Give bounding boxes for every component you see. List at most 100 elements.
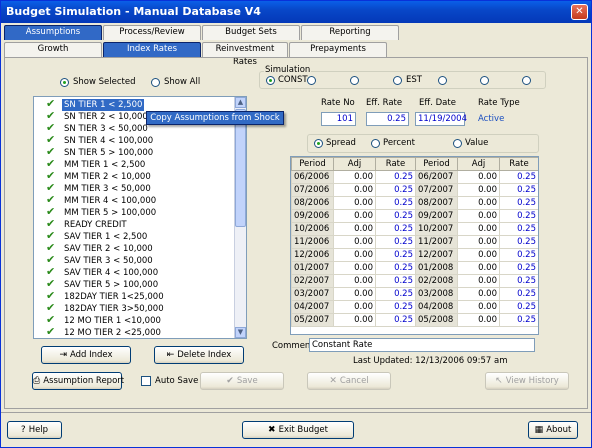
- grid-cell[interactable]: 0.00: [457, 235, 500, 249]
- grid-cell[interactable]: 0.25: [375, 248, 416, 262]
- scroll-down-icon[interactable]: ▼: [235, 327, 246, 338]
- tab-reinvestment-rates[interactable]: Reinvestment Rates: [202, 42, 288, 67]
- grid-cell[interactable]: 04/2008: [415, 300, 458, 314]
- view-history-button[interactable]: ↖ View History: [485, 372, 569, 390]
- grid-cell[interactable]: 09/2006: [291, 209, 334, 223]
- close-window-button[interactable]: ✕: [571, 4, 588, 20]
- grid-cell[interactable]: 0.25: [375, 313, 416, 327]
- about-button[interactable]: ▦ About: [528, 421, 578, 439]
- delete-index-button[interactable]: ⇤ Delete Index: [154, 346, 244, 364]
- add-index-button[interactable]: ⇥ Add Index: [41, 346, 131, 364]
- rate-no-field[interactable]: 101: [321, 112, 356, 126]
- grid-cell[interactable]: 0.25: [499, 261, 538, 275]
- grid-cell[interactable]: 0.00: [333, 209, 376, 223]
- grid-cell[interactable]: 06/2007: [415, 170, 458, 184]
- scroll-up-icon[interactable]: ▲: [235, 97, 246, 108]
- grid-cell[interactable]: 05/2007: [291, 313, 334, 327]
- percent-radio[interactable]: [371, 139, 380, 148]
- grid-cell[interactable]: 0.25: [375, 235, 416, 249]
- scroll-thumb[interactable]: [235, 109, 246, 227]
- grid-cell[interactable]: 03/2007: [291, 287, 334, 301]
- grid-cell[interactable]: 0.00: [333, 274, 376, 288]
- grid-cell[interactable]: 07/2006: [291, 183, 334, 197]
- show-all-radio[interactable]: [151, 78, 160, 87]
- grid-cell[interactable]: 0.25: [375, 183, 416, 197]
- grid-cell[interactable]: 0.25: [499, 209, 538, 223]
- grid-cell[interactable]: 0.00: [457, 196, 500, 210]
- grid-cell[interactable]: 0.25: [499, 274, 538, 288]
- grid-cell[interactable]: 0.25: [499, 287, 538, 301]
- grid-cell[interactable]: 10/2006: [291, 222, 334, 236]
- grid-cell[interactable]: 0.25: [499, 313, 538, 327]
- tab-budget-sets[interactable]: Budget Sets: [202, 25, 300, 40]
- grid-cell[interactable]: 0.00: [457, 170, 500, 184]
- grid-cell[interactable]: 0.00: [333, 300, 376, 314]
- grid-cell[interactable]: 02/2007: [291, 274, 334, 288]
- grid-cell[interactable]: 0.00: [333, 235, 376, 249]
- sim-radio-6[interactable]: [480, 76, 489, 85]
- table-row[interactable]: 05/2007 0.00 0.25 05/2008 0.00 0.25: [291, 313, 538, 327]
- table-row[interactable]: 09/2006 0.00 0.25 09/2007 0.00 0.25: [291, 209, 538, 223]
- value-radio[interactable]: [453, 139, 462, 148]
- table-row[interactable]: 07/2006 0.00 0.25 07/2007 0.00 0.25: [291, 183, 538, 197]
- grid-cell[interactable]: 0.00: [333, 248, 376, 262]
- grid-cell[interactable]: 0.00: [457, 222, 500, 236]
- grid-cell[interactable]: 0.25: [499, 300, 538, 314]
- rate-grid[interactable]: Period Adj Rate Period Adj Rate 06/2006 0.00 0.…: [290, 156, 539, 335]
- tab-index-rates[interactable]: Index Rates: [103, 42, 201, 57]
- spread-radio[interactable]: [314, 139, 323, 148]
- grid-cell[interactable]: 0.00: [457, 287, 500, 301]
- grid-cell[interactable]: 02/2008: [415, 274, 458, 288]
- tab-prepayments[interactable]: Prepayments: [289, 42, 387, 57]
- exit-budget-button[interactable]: ✖ Exit Budget: [242, 421, 354, 439]
- grid-cell[interactable]: 0.00: [457, 261, 500, 275]
- grid-cell[interactable]: 0.25: [499, 222, 538, 236]
- comment-field[interactable]: Constant Rate: [309, 338, 535, 352]
- grid-cell[interactable]: 10/2007: [415, 222, 458, 236]
- sim-radio-2[interactable]: [307, 76, 316, 85]
- grid-cell[interactable]: 0.25: [499, 248, 538, 262]
- grid-cell[interactable]: 0.25: [499, 196, 538, 210]
- grid-cell[interactable]: 0.00: [457, 274, 500, 288]
- tab-process-review[interactable]: Process/Review: [103, 25, 201, 40]
- grid-cell[interactable]: 0.00: [333, 222, 376, 236]
- table-row[interactable]: 06/2006 0.00 0.25 06/2007 0.00 0.25: [291, 170, 538, 184]
- grid-cell[interactable]: 03/2008: [415, 287, 458, 301]
- table-row[interactable]: 01/2007 0.00 0.25 01/2008 0.00 0.25: [291, 261, 538, 275]
- grid-cell[interactable]: 12/2007: [415, 248, 458, 262]
- list-scrollbar[interactable]: ▲ ▼: [234, 97, 246, 338]
- grid-cell[interactable]: 0.00: [457, 209, 500, 223]
- grid-cell[interactable]: 12/2006: [291, 248, 334, 262]
- table-row[interactable]: 10/2006 0.00 0.25 10/2007 0.00 0.25: [291, 222, 538, 236]
- grid-cell[interactable]: 0.00: [333, 170, 376, 184]
- grid-cell[interactable]: 01/2008: [415, 261, 458, 275]
- sim-radio-3[interactable]: [350, 76, 359, 85]
- tab-growth[interactable]: Growth: [4, 42, 102, 57]
- grid-cell[interactable]: 0.25: [375, 209, 416, 223]
- grid-cell[interactable]: 06/2006: [291, 170, 334, 184]
- table-row[interactable]: 11/2006 0.00 0.25 11/2007 0.00 0.25: [291, 235, 538, 249]
- grid-cell[interactable]: 0.25: [499, 170, 538, 184]
- index-list[interactable]: ▲ ▼ ✔ SN TIER 1 < 2,500 ✔ SN TIER 2 < 10,00…: [33, 96, 247, 339]
- grid-cell[interactable]: 01/2007: [291, 261, 334, 275]
- grid-cell[interactable]: 0.00: [333, 313, 376, 327]
- save-button[interactable]: ✔ Save: [200, 372, 284, 390]
- grid-cell[interactable]: 0.00: [333, 183, 376, 197]
- grid-cell[interactable]: 0.25: [375, 261, 416, 275]
- grid-cell[interactable]: 05/2008: [415, 313, 458, 327]
- sim-est-radio[interactable]: [393, 76, 402, 85]
- grid-cell[interactable]: 04/2007: [291, 300, 334, 314]
- table-row[interactable]: 12/2006 0.00 0.25 12/2007 0.00 0.25: [291, 248, 538, 262]
- grid-cell[interactable]: 0.25: [499, 183, 538, 197]
- grid-cell[interactable]: 0.25: [375, 196, 416, 210]
- grid-cell[interactable]: 0.00: [333, 287, 376, 301]
- grid-cell[interactable]: 0.25: [375, 222, 416, 236]
- grid-cell[interactable]: 11/2007: [415, 235, 458, 249]
- context-menu-copy-assumptions[interactable]: Copy Assumptions from Shock: [146, 111, 284, 125]
- sim-radio-5[interactable]: [438, 76, 447, 85]
- grid-cell[interactable]: 0.00: [457, 313, 500, 327]
- grid-cell[interactable]: 0.25: [375, 274, 416, 288]
- grid-cell[interactable]: 08/2007: [415, 196, 458, 210]
- table-row[interactable]: 03/2007 0.00 0.25 03/2008 0.00 0.25: [291, 287, 538, 301]
- table-row[interactable]: 04/2007 0.00 0.25 04/2008 0.00 0.25: [291, 300, 538, 314]
